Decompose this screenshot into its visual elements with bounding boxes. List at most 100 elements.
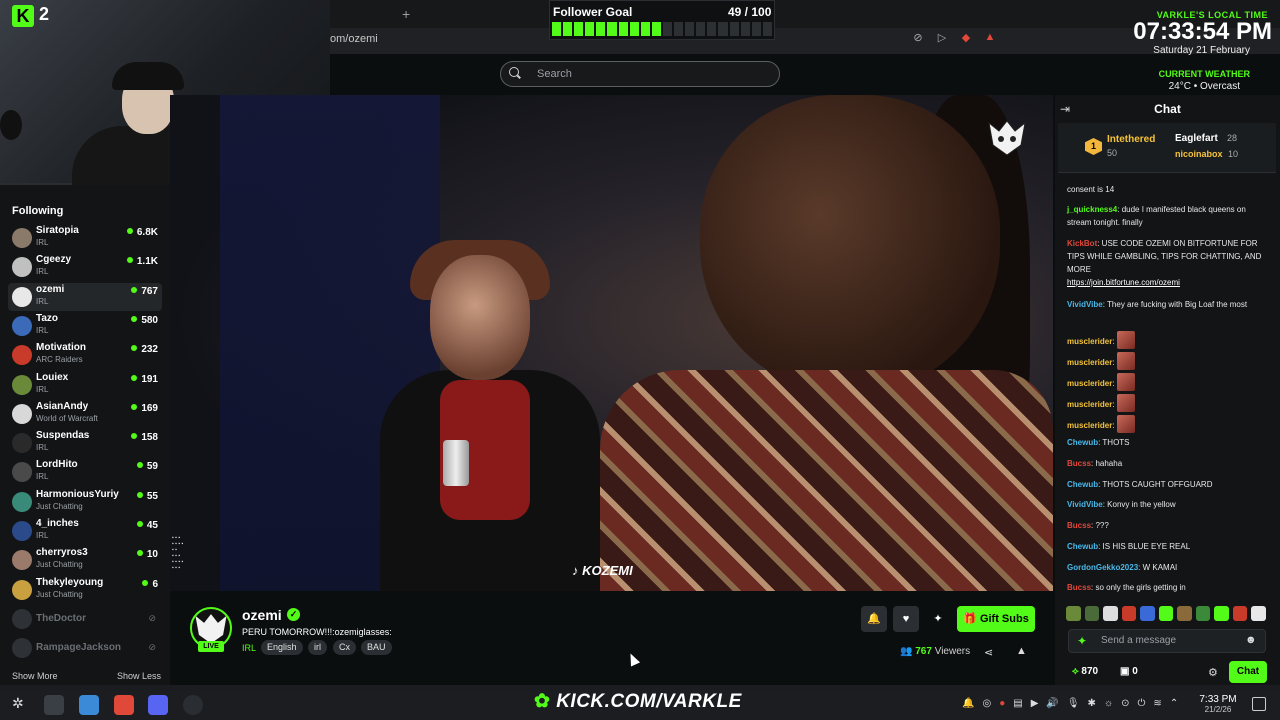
sidebar-item-lordhito[interactable]: LordHito IRL 59 <box>8 458 162 486</box>
chat-link[interactable]: https://join.bitfortune.com/ozemi <box>1067 278 1180 287</box>
notification-icon[interactable]: 🔔 <box>962 698 974 709</box>
sidebar-item-category: IRL <box>36 443 49 453</box>
sidebar-item-asianandy[interactable]: AsianAndy World of Warcraft 169 <box>8 400 162 428</box>
steam-icon[interactable]: ◎ <box>982 698 991 709</box>
media-play-icon[interactable]: ▶ <box>1031 698 1039 709</box>
share-icon[interactable]: ⋖ <box>984 646 993 659</box>
mute-tab-icon[interactable]: ⊘ <box>910 31 926 47</box>
brave-browser-icon[interactable] <box>114 695 134 715</box>
discord-icon[interactable] <box>148 695 168 715</box>
media-icon[interactable]: ▷ <box>934 31 950 47</box>
emote-icon[interactable] <box>1066 606 1081 621</box>
webcam-person-cap <box>112 62 184 90</box>
terminal-icon[interactable] <box>44 695 64 715</box>
chat-username[interactable]: VividVibe <box>1067 500 1103 509</box>
chat-username[interactable]: j_quickness4 <box>1067 205 1117 214</box>
sidebar-item-ozemi[interactable]: ozemi IRL 767 <box>8 282 162 311</box>
tag-irl[interactable]: irl <box>308 640 327 655</box>
emote-icon[interactable] <box>1251 606 1267 621</box>
notification-bell-button[interactable]: 🔔 <box>861 606 887 632</box>
emoji-icon[interactable]: ☻ <box>1245 634 1257 646</box>
rewards-icon[interactable]: ▲ <box>982 31 998 47</box>
chat-username[interactable]: Chewub <box>1067 438 1098 447</box>
tag-english[interactable]: English <box>261 640 303 655</box>
sidebar-title: Following <box>12 205 64 217</box>
follow-button[interactable]: ♥ <box>893 606 919 632</box>
wifi-icon[interactable]: ≋ <box>1153 698 1161 709</box>
video-scene-man <box>700 95 1000 395</box>
sidebar-item-louiex[interactable]: Louiex IRL 191 <box>8 371 162 399</box>
emote-icon[interactable] <box>1195 606 1211 621</box>
emote-icon[interactable] <box>1214 606 1229 621</box>
sidebar-item-cgeezy[interactable]: Cgeezy IRL 1.1K <box>8 253 162 281</box>
emote-icon[interactable] <box>1140 606 1155 621</box>
chat-username[interactable]: Bucss <box>1067 459 1091 468</box>
chat-username[interactable]: KickBot <box>1067 239 1097 248</box>
kick-emote-icon[interactable]: ✦ <box>1077 634 1087 648</box>
chat-username[interactable]: musclerider <box>1067 421 1112 430</box>
report-icon[interactable]: ▲ <box>1016 645 1027 657</box>
emote-icon[interactable] <box>1103 606 1118 621</box>
stream-category[interactable]: IRL <box>242 643 256 653</box>
updates-icon[interactable]: ⊙ <box>1121 698 1129 709</box>
sidebar-item-tazo[interactable]: Tazo IRL 580 <box>8 312 162 340</box>
record-icon[interactable]: ● <box>999 698 1005 709</box>
chat-username[interactable]: musclerider <box>1067 379 1112 388</box>
chat-username[interactable]: Chewub <box>1067 480 1098 489</box>
sidebar-item-rampagejackson[interactable]: RampageJackson ⊘ <box>8 634 162 662</box>
leaderboard-name[interactable]: nicoinabox <box>1175 149 1223 159</box>
show-less-button[interactable]: Show Less <box>117 671 161 681</box>
search-input[interactable]: Search <box>500 61 780 87</box>
leaderboard-name[interactable]: Intethered <box>1107 134 1155 145</box>
sidebar-item-cherryros3[interactable]: cherryros3 Just Chatting 10 <box>8 546 162 574</box>
mic-icon[interactable]: 🎙 <box>1067 698 1080 709</box>
emote-icon[interactable] <box>1121 606 1137 621</box>
file-manager-icon[interactable] <box>79 695 99 715</box>
weather-value: 24°C • Overcast <box>1168 81 1240 92</box>
emote-icon[interactable] <box>1084 606 1100 621</box>
chat-username[interactable]: musclerider <box>1067 358 1112 367</box>
goal-segment <box>662 22 673 36</box>
volume-icon[interactable]: 🔊 <box>1046 698 1058 709</box>
emote-icon[interactable] <box>1232 606 1248 621</box>
tag-bau[interactable]: BAU <box>361 640 392 655</box>
brightness-icon[interactable]: ☼ <box>1104 698 1113 709</box>
show-desktop-icon[interactable] <box>1252 697 1266 711</box>
leaderboard-name[interactable]: Eaglefart <box>1175 133 1218 144</box>
channel-name[interactable]: ozemi <box>242 607 282 623</box>
sidebar-item-motivation[interactable]: Motivation ARC Raiders 232 <box>8 341 162 369</box>
new-tab-button[interactable]: + <box>402 6 410 22</box>
chat-username[interactable]: VividVibe <box>1067 300 1103 309</box>
search-icon <box>509 67 519 77</box>
sidebar-item-4_inches[interactable]: 4_inches IRL 45 <box>8 517 162 545</box>
bluetooth-icon[interactable]: ✱ <box>1088 698 1096 709</box>
emote-icon[interactable] <box>1177 606 1192 621</box>
channel-avatar <box>12 228 32 248</box>
obs-icon[interactable] <box>183 695 203 715</box>
launcher-icon[interactable]: ✲ <box>12 695 32 715</box>
chat-username[interactable]: Chewub <box>1067 542 1098 551</box>
sidebar-item-thekyleyoung[interactable]: Thekyleyoung Just Chatting 6 <box>8 576 162 604</box>
tag-cx[interactable]: Cx <box>333 640 356 655</box>
tray-expand-icon[interactable]: ⌃ <box>1170 698 1178 709</box>
clipboard-icon[interactable]: ▤ <box>1013 698 1022 709</box>
system-clock[interactable]: 7:33 PM 21/2/26 <box>1196 695 1240 715</box>
power-icon[interactable]: ⏻ <box>1138 698 1146 709</box>
clip-button[interactable]: ✦ <box>925 606 951 632</box>
sidebar-item-thedoctor[interactable]: TheDoctor ⊘ <box>8 605 162 633</box>
chat-settings-icon[interactable]: ⚙ <box>1208 666 1218 679</box>
send-chat-button[interactable]: Chat <box>1229 661 1267 683</box>
gift-subs-button[interactable]: 🎁 Gift Subs <box>957 606 1035 632</box>
chat-username[interactable]: musclerider <box>1067 337 1112 346</box>
chat-username[interactable]: musclerider <box>1067 400 1112 409</box>
chat-input[interactable]: Send a message <box>1068 629 1266 653</box>
brave-shield-icon[interactable]: ◆ <box>958 31 974 47</box>
chat-username[interactable]: Bucss <box>1067 521 1091 530</box>
show-more-button[interactable]: Show More <box>12 671 58 681</box>
sidebar-item-siratopia[interactable]: Siratopia IRL 6.8K <box>8 224 162 252</box>
chat-username[interactable]: GordonGekko2023 <box>1067 563 1138 572</box>
sidebar-item-suspendas[interactable]: Suspendas IRL 158 <box>8 429 162 457</box>
chat-username[interactable]: Bucss <box>1067 583 1091 592</box>
sidebar-item-harmoniousyuriy[interactable]: HarmoniousYuriy Just Chatting 55 <box>8 488 162 516</box>
emote-icon[interactable] <box>1158 606 1174 621</box>
